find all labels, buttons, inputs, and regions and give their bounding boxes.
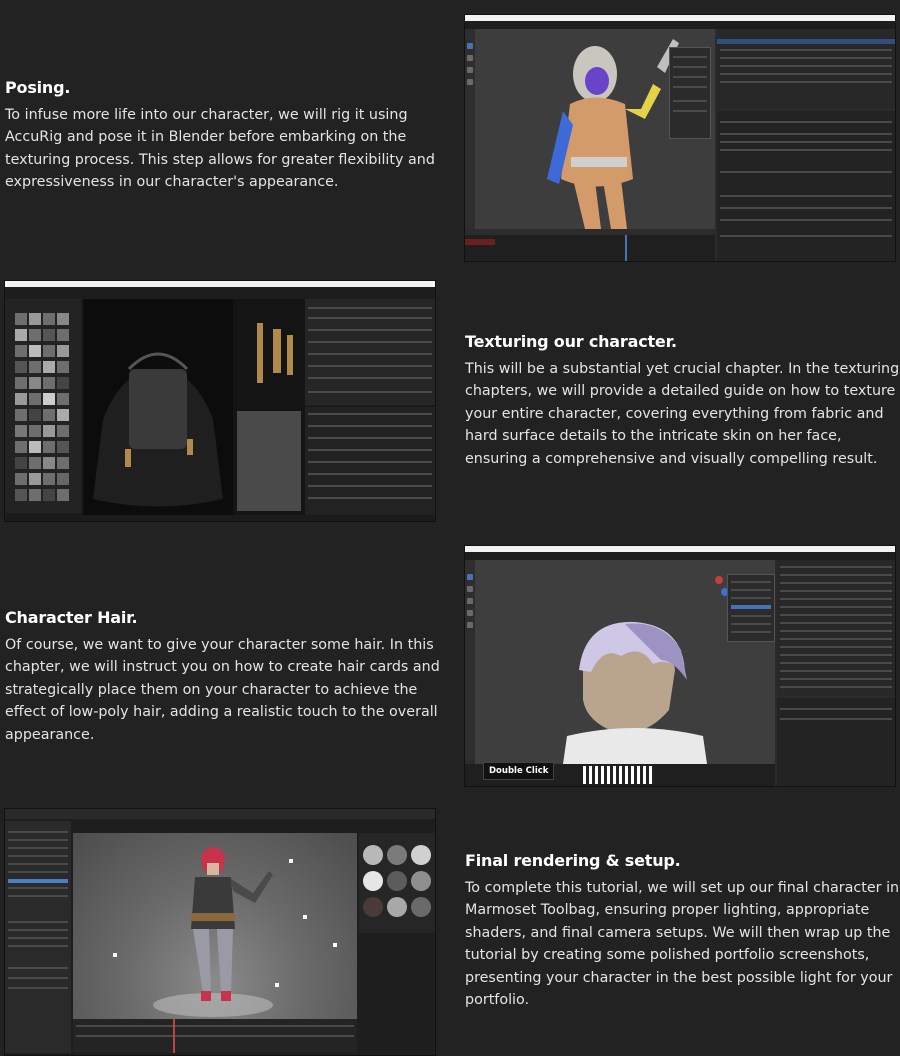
texture-set-settings-panel: [305, 299, 435, 405]
menu-bar: [465, 552, 895, 560]
properties-panel: [777, 698, 895, 786]
screenshot-marmoset-render: [4, 808, 436, 1056]
scale-tool-icon[interactable]: [467, 610, 473, 616]
3d-viewport[interactable]: [475, 560, 775, 764]
rendered-character-image: [113, 847, 337, 1017]
outliner-panel: [717, 29, 895, 109]
assets-shelf-panel: [5, 299, 81, 513]
double-click-overlay-label: Double Click: [483, 762, 555, 780]
section-final-rendering: Final rendering & setup. To complete thi…: [465, 851, 900, 1011]
section-body-texturing: This will be a substantial yet crucial c…: [465, 361, 900, 467]
timeline-panel[interactable]: [465, 229, 715, 261]
3d-viewport[interactable]: [475, 29, 715, 229]
rotate-tool-icon[interactable]: [467, 598, 473, 604]
section-body-final-rendering: To complete this tutorial, we will set u…: [465, 880, 900, 1009]
section-body-hair: Of course, we want to give your characte…: [5, 637, 440, 743]
section-title-texturing: Texturing our character.: [465, 332, 677, 351]
select-tool-icon[interactable]: [467, 574, 473, 580]
timeline-panel[interactable]: [73, 1019, 357, 1053]
viewport-properties-popup: [727, 574, 775, 642]
materials-panel: [359, 833, 435, 933]
material-swatch-grid: [15, 313, 69, 501]
3d-viewport[interactable]: [83, 299, 233, 515]
tool-column: [465, 29, 475, 229]
section-body-posing: To infuse more life into our character, …: [5, 107, 435, 191]
viewport-properties-popup: [669, 47, 711, 139]
menu-bar: [5, 287, 435, 299]
hair-texture-thumbnail: [583, 766, 655, 784]
screenshot-substance-texturing: [4, 280, 436, 522]
2d-texture-viewport[interactable]: [233, 299, 305, 515]
rotate-tool-icon[interactable]: [467, 67, 473, 73]
tool-column: [465, 560, 475, 760]
move-tool-icon[interactable]: [467, 586, 473, 592]
menu-bar: [5, 809, 435, 819]
menu-bar: [465, 21, 895, 29]
annotate-tool-icon[interactable]: [467, 622, 473, 628]
section-title-hair: Character Hair.: [5, 608, 138, 627]
section-posing: Posing. To infuse more life into our cha…: [5, 78, 441, 194]
screenshot-blender-hair: Double Click: [464, 545, 896, 787]
properties-panel: [717, 111, 895, 261]
backpack-model-image: [93, 352, 223, 507]
material-spheres: [363, 845, 431, 917]
render-viewport[interactable]: [73, 833, 357, 1019]
select-tool-icon[interactable]: [467, 43, 473, 49]
outliner-panel: [777, 560, 895, 696]
move-tool-icon[interactable]: [467, 55, 473, 61]
layers-panel: [305, 407, 435, 515]
section-title-posing: Posing.: [5, 78, 71, 97]
screenshot-blender-posing: [464, 14, 896, 262]
section-title-final-rendering: Final rendering & setup.: [465, 851, 681, 870]
section-hair: Character Hair. Of course, we want to gi…: [5, 608, 441, 746]
scene-tree-panel: [5, 821, 71, 1053]
texture-uv-image: [237, 323, 301, 511]
scale-tool-icon[interactable]: [467, 79, 473, 85]
section-texturing: Texturing our character. This will be a …: [465, 332, 900, 470]
